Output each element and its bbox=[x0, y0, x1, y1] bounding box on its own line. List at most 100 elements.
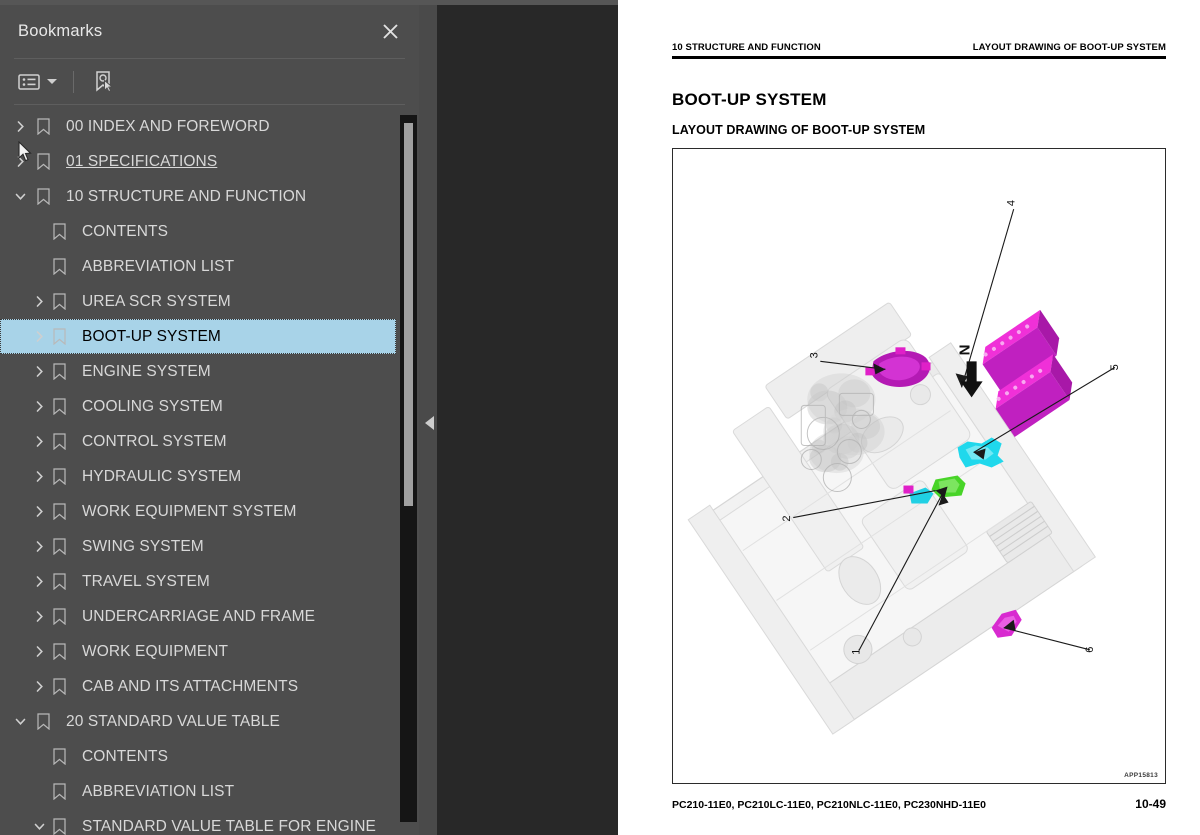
close-icon[interactable] bbox=[377, 19, 403, 45]
bookmark-item-label: UNDERCARRIAGE AND FRAME bbox=[82, 607, 316, 625]
bookmarks-scrollbar-thumb[interactable] bbox=[404, 123, 413, 506]
bookmark-icon bbox=[51, 223, 67, 241]
running-head: 10 STRUCTURE AND FUNCTION LAYOUT DRAWING… bbox=[672, 42, 1166, 56]
bookmark-item-10-structure-and-function[interactable]: 10 STRUCTURE AND FUNCTION bbox=[0, 179, 419, 214]
bookmark-item-01-specifications[interactable]: 01 SPECIFICATIONS bbox=[0, 144, 419, 179]
bookmark-item-label: CONTENTS bbox=[82, 222, 169, 240]
bookmark-icon bbox=[51, 293, 67, 311]
chevron-right-icon[interactable] bbox=[12, 154, 28, 170]
bookmark-item-contents[interactable]: CONTENTS bbox=[0, 739, 419, 774]
bookmark-icon bbox=[51, 503, 67, 521]
chevron-right-icon[interactable] bbox=[31, 329, 47, 345]
collapse-left-triangle-icon[interactable] bbox=[425, 416, 434, 430]
bookmark-icon bbox=[51, 573, 67, 591]
bookmark-item-control-system[interactable]: CONTROL SYSTEM bbox=[0, 424, 419, 459]
bookmark-item-20-standard-value-table[interactable]: 20 STANDARD VALUE TABLE bbox=[0, 704, 419, 739]
chevron-down-icon[interactable] bbox=[12, 714, 28, 730]
bookmarks-toolbar bbox=[0, 59, 419, 104]
bookmark-icon bbox=[51, 433, 67, 451]
figure-id: APP15813 bbox=[1124, 771, 1158, 779]
bookmark-icon bbox=[51, 328, 67, 346]
chevron-right-icon[interactable] bbox=[31, 469, 47, 485]
chevron-right-icon[interactable] bbox=[12, 119, 28, 135]
callout-5: 5 bbox=[1109, 364, 1121, 370]
list-options-icon[interactable] bbox=[16, 67, 59, 97]
bookmark-item-work-equipment[interactable]: WORK EQUIPMENT bbox=[0, 634, 419, 669]
chevron-down-icon[interactable] bbox=[31, 819, 47, 835]
bookmark-icon bbox=[51, 258, 67, 276]
bookmark-icon bbox=[35, 713, 51, 731]
bookmarks-panel-title: Bookmarks bbox=[18, 22, 103, 40]
bookmarks-panel-header: Bookmarks bbox=[0, 5, 419, 58]
bookmark-item-abbreviation-list[interactable]: ABBREVIATION LIST bbox=[0, 249, 419, 284]
bookmarks-tree[interactable]: 00 INDEX AND FOREWORD 01 SPECIFICATIONS 10… bbox=[0, 109, 419, 835]
bookmark-icon bbox=[51, 398, 67, 416]
bookmark-item-engine-system[interactable]: ENGINE SYSTEM bbox=[0, 354, 419, 389]
page-title: BOOT-UP SYSTEM bbox=[672, 89, 827, 109]
bookmark-icon bbox=[51, 643, 67, 661]
chevron-right-icon[interactable] bbox=[31, 294, 47, 310]
toolbar-divider-bottom bbox=[14, 104, 405, 105]
bookmark-icon bbox=[51, 608, 67, 626]
running-head-right: LAYOUT DRAWING OF BOOT-UP SYSTEM bbox=[972, 42, 1166, 53]
toolbar-divider bbox=[73, 70, 74, 93]
bookmark-item-cooling-system[interactable]: COOLING SYSTEM bbox=[0, 389, 419, 424]
callout-4: 4 bbox=[1006, 199, 1018, 205]
bookmark-item-work-equipment-system[interactable]: WORK EQUIPMENT SYSTEM bbox=[0, 494, 419, 529]
chevron-right-icon[interactable] bbox=[31, 364, 47, 380]
chevron-right-icon[interactable] bbox=[31, 644, 47, 660]
technical-illustration: 1 2 3 4 5 6 N bbox=[673, 149, 1165, 783]
bookmark-icon bbox=[35, 118, 51, 136]
bookmark-item-abbreviation-list[interactable]: ABBREVIATION LIST bbox=[0, 774, 419, 809]
callout-2: 2 bbox=[781, 515, 793, 521]
chevron-right-icon[interactable] bbox=[31, 609, 47, 625]
footer-models: PC210-11E0, PC210LC-11E0, PC210NLC-11E0,… bbox=[672, 798, 987, 811]
bookmark-item-urea-scr-system[interactable]: UREA SCR SYSTEM bbox=[0, 284, 419, 319]
chevron-right-icon[interactable] bbox=[31, 679, 47, 695]
pdf-reader-window: Bookmarks 00 INDEX AND FOREWORD 01 SPECI… bbox=[0, 0, 1200, 835]
chevron-down-icon[interactable] bbox=[12, 189, 28, 205]
bookmark-item-swing-system[interactable]: SWING SYSTEM bbox=[0, 529, 419, 564]
bookmark-icon bbox=[51, 538, 67, 556]
chevron-down-icon[interactable] bbox=[47, 79, 57, 84]
callout-6: 6 bbox=[1084, 646, 1096, 652]
chevron-right-icon[interactable] bbox=[31, 539, 47, 555]
bookmark-item-contents[interactable]: CONTENTS bbox=[0, 214, 419, 249]
chevron-right-icon[interactable] bbox=[31, 399, 47, 415]
page-subtitle: LAYOUT DRAWING OF BOOT-UP SYSTEM bbox=[672, 122, 926, 137]
bookmark-icon bbox=[51, 783, 67, 801]
running-head-left: 10 STRUCTURE AND FUNCTION bbox=[672, 42, 821, 53]
bookmark-icon bbox=[51, 678, 67, 696]
bookmark-icon bbox=[51, 363, 67, 381]
chevron-right-icon[interactable] bbox=[31, 504, 47, 520]
bookmark-icon bbox=[51, 748, 67, 766]
figure-box: 1 2 3 4 5 6 N APP15813 bbox=[672, 147, 1166, 784]
bookmark-item-boot-up-system[interactable]: BOOT-UP SYSTEM bbox=[0, 319, 396, 354]
callout-1: 1 bbox=[850, 648, 862, 654]
callout-3: 3 bbox=[808, 352, 820, 358]
bookmark-item-00-index-and-foreword[interactable]: 00 INDEX AND FOREWORD bbox=[0, 109, 419, 144]
bookmark-icon bbox=[51, 818, 67, 835]
new-bookmark-cursor-icon[interactable] bbox=[90, 67, 118, 97]
footer-page-number: 10-49 bbox=[1135, 796, 1166, 811]
bookmark-item-cab-and-its-attachments[interactable]: CAB AND ITS ATTACHMENTS bbox=[0, 669, 419, 704]
bookmark-item-travel-system[interactable]: TRAVEL SYSTEM bbox=[0, 564, 419, 599]
document-page: 10 STRUCTURE AND FUNCTION LAYOUT DRAWING… bbox=[618, 0, 1200, 835]
bookmark-item-undercarriage-and-frame[interactable]: UNDERCARRIAGE AND FRAME bbox=[0, 599, 419, 634]
bookmark-icon bbox=[35, 188, 51, 206]
svg-text:N: N bbox=[957, 344, 974, 355]
bookmark-item-hydraulic-system[interactable]: HYDRAULIC SYSTEM bbox=[0, 459, 419, 494]
bookmark-icon bbox=[35, 153, 51, 171]
running-head-rule bbox=[672, 56, 1166, 59]
chevron-right-icon[interactable] bbox=[31, 434, 47, 450]
bookmarks-panel: Bookmarks 00 INDEX AND FOREWORD 01 SPECI… bbox=[0, 0, 419, 835]
bookmark-item-label: 01 SPECIFICATIONS bbox=[66, 152, 218, 170]
page-footer: PC210-11E0, PC210LC-11E0, PC210NLC-11E0,… bbox=[672, 797, 1166, 811]
bookmark-item-label: CONTENTS bbox=[82, 747, 169, 765]
bookmark-item-standard-value-table-for-engine[interactable]: STANDARD VALUE TABLE FOR ENGINE bbox=[0, 809, 419, 835]
chevron-right-icon[interactable] bbox=[31, 574, 47, 590]
